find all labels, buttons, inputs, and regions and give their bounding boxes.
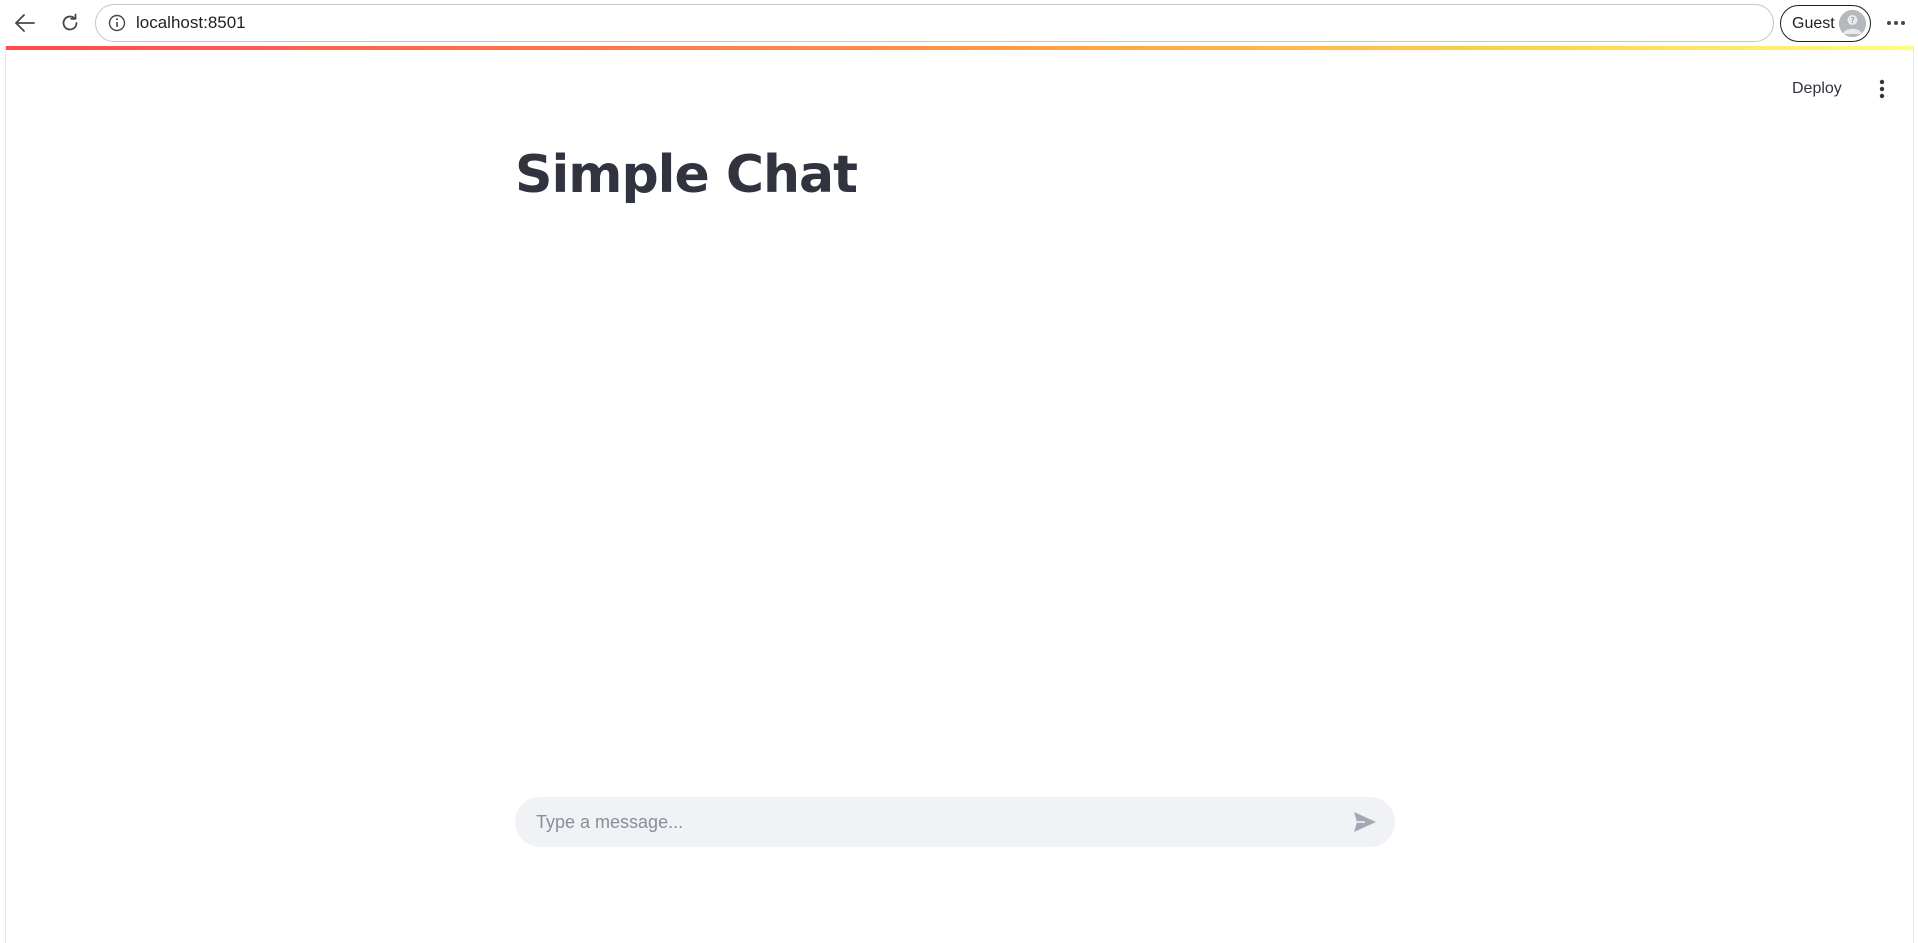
browser-menu-button[interactable] [1880, 7, 1912, 39]
guest-avatar-icon: ? [1839, 10, 1866, 37]
info-icon[interactable] [106, 12, 128, 34]
chat-input[interactable] [515, 797, 1345, 847]
reload-icon [62, 13, 78, 31]
send-button[interactable] [1345, 802, 1385, 842]
more-horizontal-icon [1887, 21, 1905, 25]
page-title: Simple Chat [515, 145, 858, 205]
more-vertical-icon [1879, 79, 1885, 99]
main-menu-button[interactable] [1866, 73, 1898, 105]
deploy-button[interactable]: Deploy [1782, 73, 1852, 105]
arrow-left-icon [15, 14, 35, 32]
url-text[interactable]: localhost:8501 [136, 13, 246, 33]
profile-label: Guest [1792, 14, 1835, 32]
back-button[interactable] [7, 7, 43, 39]
reload-button[interactable] [52, 7, 88, 39]
header-decoration [6, 46, 1913, 50]
profile-button[interactable]: Guest ? [1780, 5, 1871, 42]
svg-text:?: ? [1850, 16, 1854, 25]
send-icon [1354, 812, 1376, 832]
address-bar[interactable]: localhost:8501 [95, 4, 1774, 42]
browser-toolbar: localhost:8501 Guest ? [0, 0, 1918, 46]
chat-input-container [515, 797, 1395, 847]
